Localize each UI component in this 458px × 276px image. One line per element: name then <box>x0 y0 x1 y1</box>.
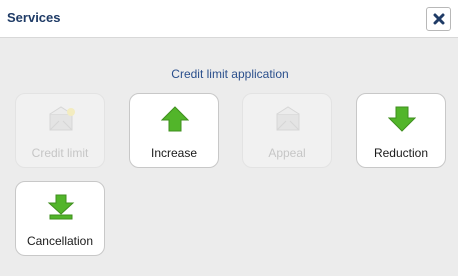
close-x-icon <box>433 13 444 25</box>
service-tile-appeal: Appeal <box>242 93 332 168</box>
section-heading: Credit limit application <box>171 67 289 81</box>
service-label: Reduction <box>373 146 429 160</box>
arrow-up-icon <box>161 106 189 132</box>
arrow-down-bar-icon <box>47 194 75 220</box>
dialog-title: Services <box>7 10 61 25</box>
service-label: Credit limit <box>31 146 89 160</box>
close-button[interactable] <box>426 7 451 31</box>
dialog-header: Services <box>0 0 458 38</box>
arrow-down-icon <box>388 106 416 132</box>
service-tile-increase[interactable]: Increase <box>129 93 219 168</box>
service-tile-reduction[interactable]: Reduction <box>356 93 446 168</box>
envelope-icon <box>276 106 300 131</box>
service-label: Appeal <box>268 146 306 160</box>
envelope-icon <box>49 106 75 131</box>
service-label: Cancellation <box>26 234 94 248</box>
service-tile-credit-limit: Credit limit <box>15 93 105 168</box>
services-dialog: Services Credit limit application Credit… <box>0 0 458 276</box>
service-label: Increase <box>150 146 198 160</box>
service-tile-cancellation[interactable]: Cancellation <box>15 181 105 256</box>
